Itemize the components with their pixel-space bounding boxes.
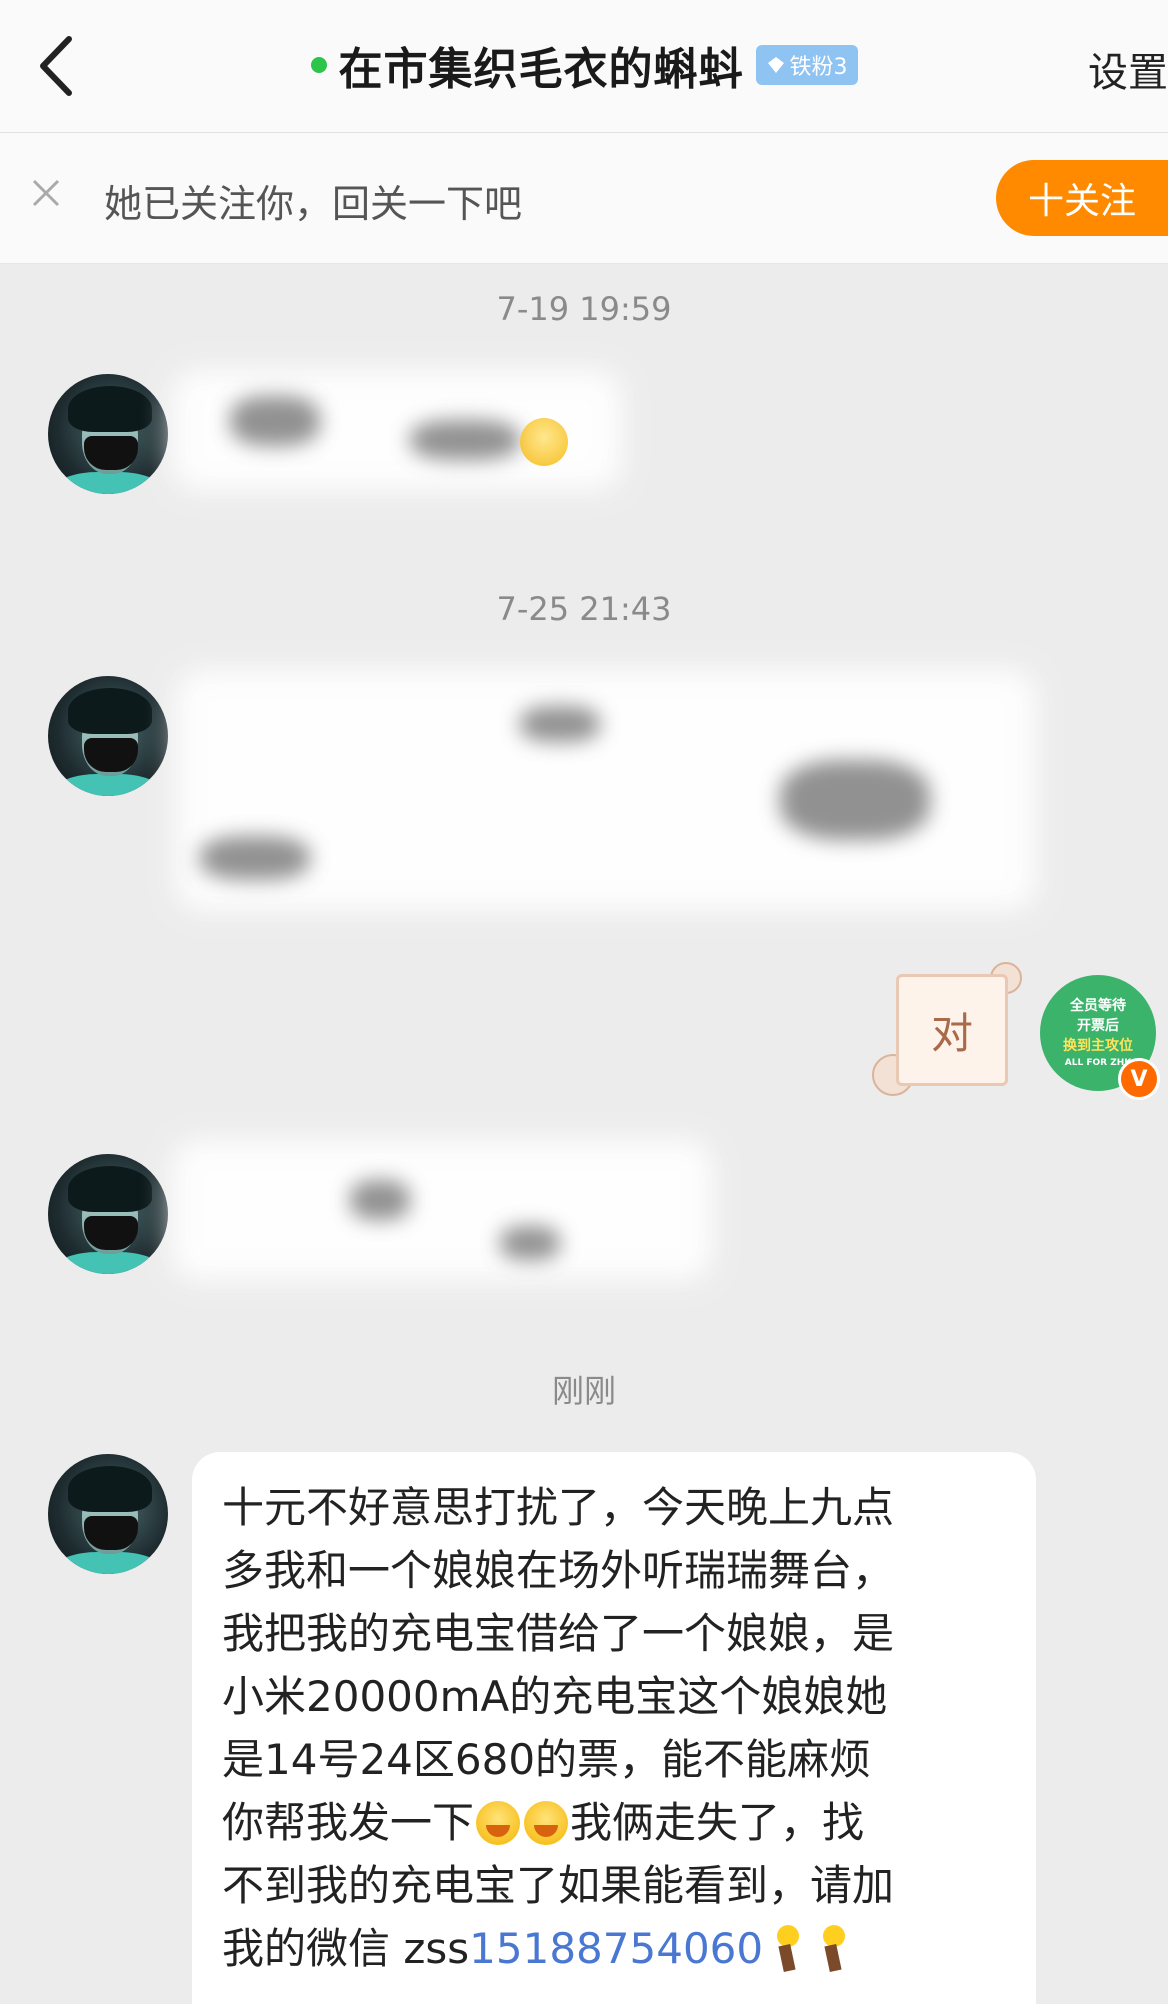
sent-sticker[interactable]: 对 (872, 962, 1022, 1096)
chat-header: 在市集织毛衣的蝌蚪 铁粉3 设置 (0, 0, 1168, 133)
redaction-smudge (350, 1180, 410, 1220)
title-group: 在市集织毛衣的蝌蚪 铁粉3 (0, 30, 1168, 100)
crying-emoji-icon (476, 1801, 521, 1845)
avatar-text: 换到主攻位 (1063, 1038, 1133, 1054)
chat-title: 在市集织毛衣的蝌蚪 (338, 44, 744, 95)
sticker-text: 对 (896, 974, 1008, 1086)
follow-back-prompt: 她已关注你，回关一下吧 (104, 182, 523, 226)
torch-emoji-icon (813, 1925, 851, 1973)
avatar-text: 开票后 (1077, 1018, 1119, 1034)
diamond-icon (767, 57, 784, 73)
follow-button[interactable]: 十关注 (996, 160, 1168, 236)
message-segment: 我的微信 zss (222, 1924, 470, 1973)
crying-emoji-icon (524, 1801, 569, 1845)
verified-icon: V (1118, 1058, 1160, 1100)
message-line: 我的微信 zss15188754060 (222, 1917, 1006, 1980)
torch-emoji-icon (767, 1925, 805, 1973)
contact-avatar[interactable] (48, 1454, 168, 1574)
fan-level-label: 铁粉3 (789, 55, 848, 80)
timestamp: 刚刚 (551, 1372, 616, 1410)
settings-button[interactable]: 设置 (1088, 40, 1168, 98)
redaction-smudge (200, 836, 310, 880)
avatar-text: 全员等待 (1070, 998, 1126, 1014)
contact-avatar[interactable] (48, 1154, 168, 1274)
fan-level-badge: 铁粉3 (755, 45, 858, 85)
emoji-icon (520, 418, 568, 466)
message-bubble[interactable]: 十元不好意思打扰了，今天晚上九点 多我和一个娘娘在场外听瑞瑞舞台， 我把我的充电… (192, 1452, 1036, 2004)
message-line: 十元不好意思打扰了，今天晚上九点 (222, 1483, 895, 1532)
redaction-smudge (780, 760, 930, 840)
contact-avatar[interactable] (48, 676, 168, 796)
online-status-dot (310, 57, 327, 73)
message-text: 十元不好意思打扰了，今天晚上九点 多我和一个娘娘在场外听瑞瑞舞台， 我把我的充电… (222, 1476, 1006, 1980)
message-segment: 我俩走失了，找 (570, 1798, 865, 1847)
follow-back-banner: 她已关注你，回关一下吧 (0, 133, 1168, 264)
redaction-smudge (520, 706, 600, 742)
message-line: 不到我的充电宝了如果能看到，请加 (222, 1861, 895, 1910)
message-line: 我把我的充电宝借给了一个娘娘，是 (222, 1609, 895, 1658)
redaction-smudge (410, 420, 520, 460)
redaction-smudge (230, 396, 320, 446)
message-line: 多我和一个娘娘在场外听瑞瑞舞台， (222, 1546, 895, 1595)
contact-avatar[interactable] (48, 374, 168, 494)
close-icon (32, 179, 60, 207)
dismiss-banner-button[interactable] (30, 177, 72, 219)
message-line: 是14号24区680的票，能不能麻烦 (222, 1735, 872, 1784)
blurred-message-bubble (172, 1140, 712, 1280)
message-line: 小米20000mA的充电宝这个娘娘她 (222, 1672, 888, 1721)
timestamp: 7-19 19:59 (496, 290, 672, 328)
message-segment: 你帮我发一下 (222, 1798, 475, 1847)
message-line: 你帮我发一下 我俩走失了，找 (222, 1791, 1006, 1854)
redaction-smudge (500, 1226, 560, 1260)
timestamp: 7-25 21:43 (496, 590, 672, 628)
phone-number-link[interactable]: 15188754060 (469, 1924, 763, 1973)
